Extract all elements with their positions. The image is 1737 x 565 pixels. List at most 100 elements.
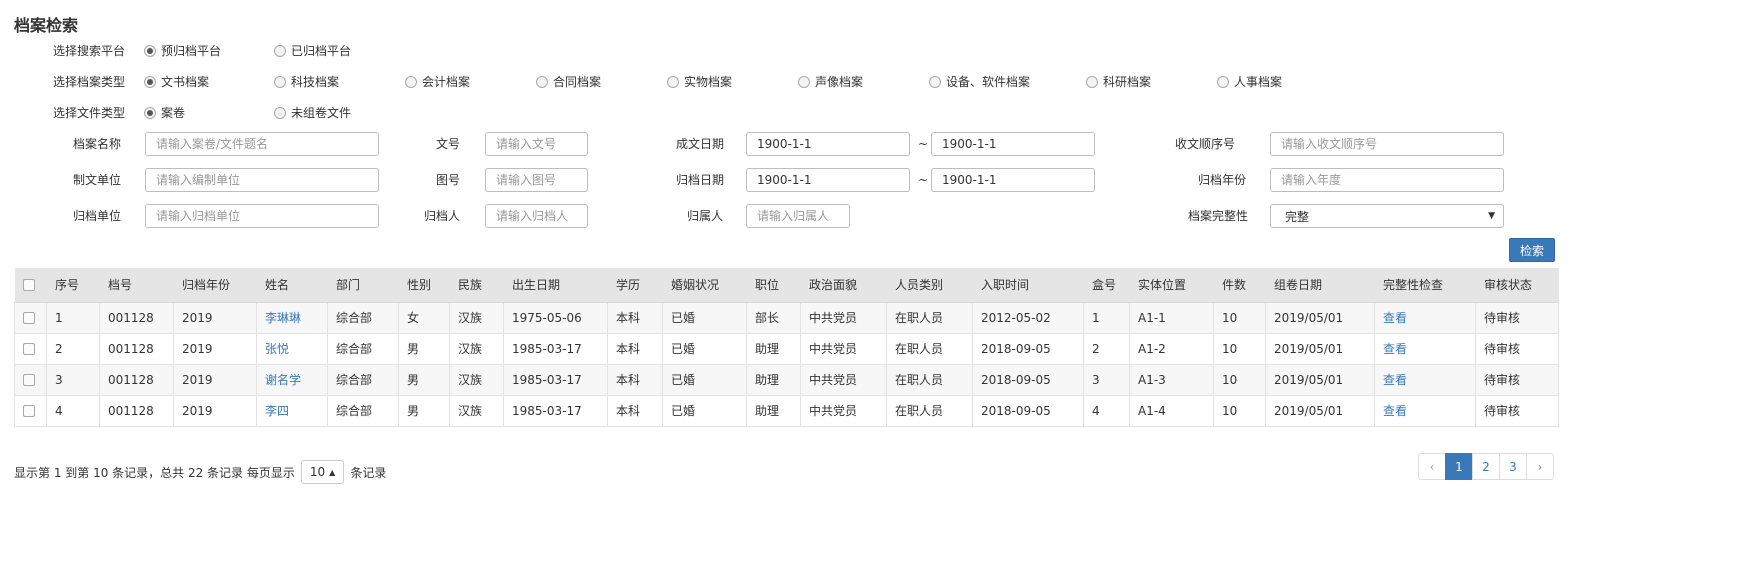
archive-year-label: 归档年份 (1198, 173, 1247, 187)
column-header: 审核状态 (1475, 268, 1559, 303)
completeness-select[interactable]: 完整 ▼ (1270, 204, 1504, 228)
table-cell: 助理 (746, 364, 801, 396)
table-cell: 1985-03-17 (503, 333, 608, 365)
table-cell: 2019/05/01 (1265, 395, 1375, 427)
radio-type-contract[interactable]: 合同档案 (536, 73, 601, 90)
row-select-cell[interactable] (14, 333, 47, 365)
table-row: 1 001128 2019 李琳琳 综合部 女 汉族 1975-05-06 本科… (14, 302, 1559, 334)
table-cell: 综合部 (327, 395, 399, 427)
table-cell: 中共党员 (800, 302, 887, 334)
column-header: 学历 (607, 268, 663, 303)
archive-date-to-input[interactable] (931, 168, 1095, 192)
pagination-info-suffix: 条记录 (350, 465, 387, 480)
select-all-checkbox[interactable] (22, 279, 35, 292)
radio-dot[interactable] (144, 75, 156, 88)
radio-label: 合同档案 (553, 75, 602, 89)
radio-dot[interactable] (144, 106, 156, 119)
owner-input[interactable] (746, 204, 850, 228)
caret-up-icon: ▲ (329, 467, 336, 477)
pager: ‹ 1 2 3 › (1418, 453, 1554, 480)
radio-dot[interactable] (274, 75, 286, 88)
row-checkbox[interactable] (23, 405, 35, 417)
view-link[interactable]: 查看 (1383, 342, 1407, 356)
completeness-value: 完整 (1285, 209, 1310, 224)
row-select-cell[interactable] (14, 302, 47, 334)
row-select-cell[interactable] (14, 395, 47, 427)
radio-pre-archive[interactable]: 预归档平台 (144, 42, 221, 59)
table-cell: 1975-05-06 (503, 302, 608, 334)
search-button[interactable]: 检索 (1509, 238, 1555, 262)
radio-label: 案卷 (161, 106, 186, 120)
radio-file-unbound[interactable]: 未组卷文件 (274, 104, 351, 121)
column-header: 性别 (398, 268, 450, 303)
table-row: 3 001128 2019 谢名学 综合部 男 汉族 1985-03-17 本科… (14, 364, 1559, 396)
table-cell: 待审核 (1475, 395, 1559, 427)
archiver-input[interactable] (485, 204, 588, 228)
receipt-seq-input[interactable] (1270, 132, 1504, 156)
archive-year-input[interactable] (1270, 168, 1504, 192)
figure-no-input[interactable] (485, 168, 588, 192)
pagination-info: 显示第 1 到第 10 条记录，总共 22 条记录 每页显示 10 ▲ 条记录 (14, 460, 386, 484)
maker-unit-input[interactable] (145, 168, 379, 192)
radio-file-volume[interactable]: 案卷 (144, 104, 185, 121)
row-select-cell[interactable] (14, 364, 47, 396)
table-cell: 001128 (99, 302, 174, 334)
radio-archived[interactable]: 已归档平台 (274, 42, 351, 59)
table-cell: 2019/05/01 (1265, 364, 1375, 396)
next-page-button[interactable]: › (1526, 453, 1554, 480)
table-cell: 中共党员 (800, 395, 887, 427)
radio-dot[interactable] (929, 75, 941, 88)
archive-unit-input[interactable] (145, 204, 379, 228)
radio-dot[interactable] (1086, 75, 1098, 88)
page-size-select[interactable]: 10 ▲ (300, 460, 345, 484)
radio-type-document[interactable]: 文书档案 (144, 73, 209, 90)
radio-type-physical[interactable]: 实物档案 (667, 73, 732, 90)
radio-dot[interactable] (274, 106, 286, 119)
view-link[interactable]: 查看 (1383, 311, 1407, 325)
name-link[interactable]: 张悦 (265, 342, 289, 356)
table-row: 2 001128 2019 张悦 综合部 男 汉族 1985-03-17 本科 … (14, 333, 1559, 365)
radio-type-audiovisual[interactable]: 声像档案 (798, 73, 863, 90)
radio-dot[interactable] (274, 44, 286, 57)
radio-type-research[interactable]: 科研档案 (1086, 73, 1151, 90)
table-cell: 4 (1083, 395, 1130, 427)
radio-dot[interactable] (536, 75, 548, 88)
row-checkbox[interactable] (23, 343, 35, 355)
table-cell: 李四 (256, 395, 328, 427)
radio-dot[interactable] (144, 44, 156, 57)
radio-type-equipment[interactable]: 设备、软件档案 (929, 73, 1030, 90)
radio-dot[interactable] (667, 75, 679, 88)
create-date-from-input[interactable] (746, 132, 910, 156)
radio-dot[interactable] (405, 75, 417, 88)
table-cell: 1 (1083, 302, 1130, 334)
table-cell: 谢名学 (256, 364, 328, 396)
create-date-to-input[interactable] (931, 132, 1095, 156)
radio-dot[interactable] (1217, 75, 1229, 88)
table-cell: 已婚 (662, 302, 747, 334)
name-link[interactable]: 李琳琳 (265, 311, 301, 325)
doc-no-input[interactable] (485, 132, 588, 156)
name-link[interactable]: 李四 (265, 404, 289, 418)
prev-page-button[interactable]: ‹ (1418, 453, 1446, 480)
name-link[interactable]: 谢名学 (265, 373, 301, 387)
view-link[interactable]: 查看 (1383, 373, 1407, 387)
select-all-cell[interactable] (14, 268, 47, 303)
row-checkbox[interactable] (23, 374, 35, 386)
table-header-row: 序号 档号 归档年份 姓名 部门 性别 民族 出生日期 学历 婚姻状况 职位 政… (14, 268, 1559, 303)
table-cell: 10 (1213, 395, 1266, 427)
radio-type-tech[interactable]: 科技档案 (274, 73, 339, 90)
archive-name-input[interactable] (145, 132, 379, 156)
radio-dot[interactable] (798, 75, 810, 88)
page-button-2[interactable]: 2 (1472, 453, 1500, 480)
table-cell: 在职人员 (886, 364, 973, 396)
page-button-1[interactable]: 1 (1445, 453, 1473, 480)
page-button-3[interactable]: 3 (1499, 453, 1527, 480)
view-link[interactable]: 查看 (1383, 404, 1407, 418)
table-cell: 在职人员 (886, 302, 973, 334)
radio-label: 会计档案 (422, 75, 471, 89)
radio-label: 预归档平台 (161, 44, 222, 58)
radio-type-accounting[interactable]: 会计档案 (405, 73, 470, 90)
archive-date-from-input[interactable] (746, 168, 910, 192)
radio-type-personnel[interactable]: 人事档案 (1217, 73, 1282, 90)
row-checkbox[interactable] (23, 312, 35, 324)
